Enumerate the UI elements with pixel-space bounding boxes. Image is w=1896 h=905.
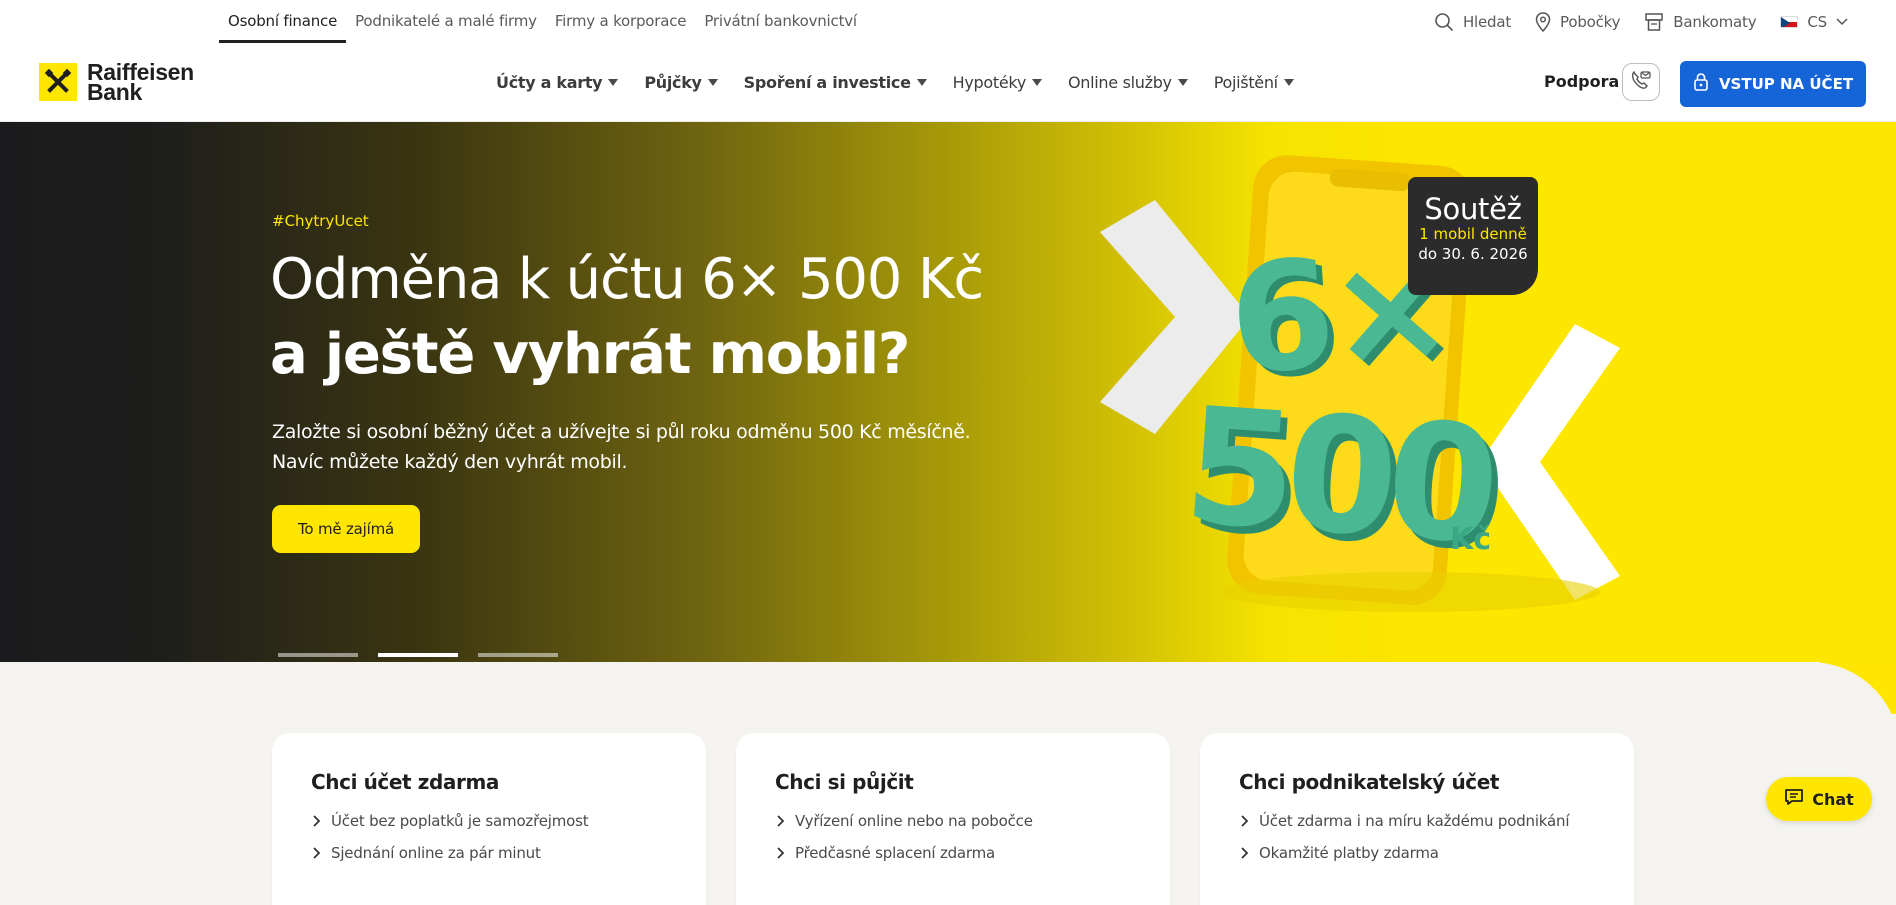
menu-label: Online služby [1067,73,1172,92]
caret-down-icon [608,79,619,86]
benefit-text: Sjednání online za pár minut [331,844,541,862]
hero-banner: #ChytryUcet Odměna k účtu 6× 500 Kč a je… [0,122,1896,662]
hero-subtitle-line-2: Navíc můžete každý den vyhrát mobil. [272,451,628,473]
benefit-text: Vyřízení online nebo na pobočce [795,812,1033,830]
utility-links: Hledat Pobočky Bankomaty CS [1434,0,1848,43]
caret-down-icon [1177,79,1188,86]
caret-down-icon [1031,79,1042,86]
branches-link[interactable]: Pobočky [1535,11,1621,32]
card-benefits: Vyřízení online nebo na pobočce Předčasn… [775,805,1033,869]
chevron-right-icon [313,847,321,859]
list-item: Vyřízení online nebo na pobočce [775,805,1033,837]
logo-mark-icon [39,63,77,101]
menu-pujcky[interactable]: Půjčky [631,73,730,92]
support-link[interactable]: Podpora [1544,72,1619,91]
menu-hypoteky[interactable]: Hypotéky [940,73,1055,92]
benefit-text: Účet zdarma i na míru každému podnikání [1259,812,1570,830]
top-strip: Osobní finance Podnikatelé a malé firmy … [0,0,1896,43]
raiffeisen-logo[interactable]: Raiffeisen Bank [39,61,194,105]
logo-text: Raiffeisen Bank [87,61,194,105]
atm-icon [1644,12,1664,32]
card-podnikatelsky-ucet[interactable]: Chci podnikatelský účet Účet zdarma i na… [1200,733,1634,905]
tab-podnikatele[interactable]: Podnikatelé a malé firmy [346,0,546,43]
hero-subtitle: Založte si osobní běžný účet a užívejte … [272,417,972,477]
carousel-dot-2[interactable] [378,653,458,657]
card-title: Chci podnikatelský účet [1239,770,1500,794]
contest-deadline: do 30. 6. 2026 [1418,245,1528,263]
atms-link[interactable]: Bankomaty [1644,12,1757,32]
support-contact-button[interactable] [1622,63,1660,101]
location-pin-icon [1535,11,1551,32]
benefit-text: Předčasné splacení zdarma [795,844,996,862]
search-link[interactable]: Hledat [1434,12,1511,32]
caret-down-icon [1283,79,1294,86]
menu-label: Spoření a investice [743,73,911,92]
login-button[interactable]: VSTUP NA ÚČET [1680,61,1866,107]
atms-label: Bankomaty [1673,12,1757,31]
logo-line-2: Bank [87,79,143,105]
hero-art-currency: Kč [1450,522,1492,557]
chevron-down-icon [1836,17,1848,26]
tab-osobni-finance[interactable]: Osobní finance [219,0,347,43]
contest-title: Soutěž [1424,192,1522,226]
menu-label: Půjčky [644,73,702,92]
chevron-right-icon [313,815,321,827]
hero-hashtag: #ChytryUcet [272,212,369,230]
main-navigation: Raiffeisen Bank Účty a karty Půjčky Spoř… [0,43,1896,122]
hero-illustration: 6× 500 Kč [1080,122,1640,662]
menu-ucty-a-karty[interactable]: Účty a karty [483,73,631,92]
hero-cta-button[interactable]: To mě zajímá [272,505,420,553]
search-icon [1434,12,1454,32]
login-label: VSTUP NA ÚČET [1718,75,1854,93]
menu-sporeni-a-investice[interactable]: Spoření a investice [731,73,940,92]
contest-prize: 1 mobil denně [1419,225,1527,243]
card-ucet-zdarma[interactable]: Chci účet zdarma Účet bez poplatků je sa… [272,733,706,905]
tab-firmy-korporace[interactable]: Firmy a korporace [546,0,695,43]
benefit-text: Okamžité platby zdarma [1259,844,1439,862]
card-pujcit[interactable]: Chci si půjčit Vyřízení online nebo na p… [736,733,1170,905]
branches-label: Pobočky [1560,12,1621,31]
caret-down-icon [916,79,927,86]
card-title: Chci si půjčit [775,770,914,794]
lock-icon [1693,72,1709,96]
hero-subtitle-line-1: Založte si osobní běžný účet a užívejte … [272,421,971,443]
hero-title-line-1: Odměna k účtu 6× 500 Kč [270,247,984,312]
primary-menu: Účty a karty Půjčky Spoření a investice … [483,43,1307,122]
card-title: Chci účet zdarma [311,770,500,794]
language-label: CS [1807,12,1827,31]
segment-tabs: Osobní finance Podnikatelé a malé firmy … [219,0,866,43]
carousel-indicators [278,653,558,657]
menu-label: Pojištění [1213,73,1278,92]
hero-title-line-2: a ještě vyhrát mobil? [270,322,910,387]
chat-button[interactable]: Chat [1766,777,1872,821]
card-benefits: Účet bez poplatků je samozřejmost Sjedná… [311,805,589,869]
language-selector[interactable]: CS [1780,13,1848,31]
czech-flag-icon [1780,15,1799,28]
chat-label: Chat [1812,789,1854,809]
list-item: Účet zdarma i na míru každému podnikání [1239,805,1570,837]
menu-label: Účty a karty [496,73,603,92]
carousel-dot-3[interactable] [478,653,558,657]
carousel-dot-1[interactable] [278,653,358,657]
menu-label: Hypotéky [952,73,1027,92]
chat-bubble-icon [1784,788,1804,810]
contact-support-icon [1629,68,1653,96]
contest-badge: Soutěž 1 mobil denně do 30. 6. 2026 [1408,177,1538,295]
benefit-text: Účet bez poplatků je samozřejmost [331,812,589,830]
list-item: Účet bez poplatků je samozřejmost [311,805,589,837]
chevron-right-icon [1241,815,1249,827]
list-item: Okamžité platby zdarma [1239,837,1569,869]
menu-online-sluzby[interactable]: Online služby [1055,73,1201,92]
menu-pojisteni[interactable]: Pojištění [1201,73,1307,92]
card-benefits: Účet zdarma i na míru každému podnikání … [1239,805,1570,869]
hero-art-amount: 500 [1178,371,1496,580]
chevron-right-icon [777,815,785,827]
search-label: Hledat [1462,12,1512,31]
caret-down-icon [707,79,718,86]
chevron-right-icon [1241,847,1249,859]
tab-privatni-bankovnictvi[interactable]: Privátní bankovnictví [695,0,866,43]
chevron-right-icon [777,847,785,859]
list-item: Předčasné splacení zdarma [775,837,1033,869]
list-item: Sjednání online za pár minut [311,837,588,869]
